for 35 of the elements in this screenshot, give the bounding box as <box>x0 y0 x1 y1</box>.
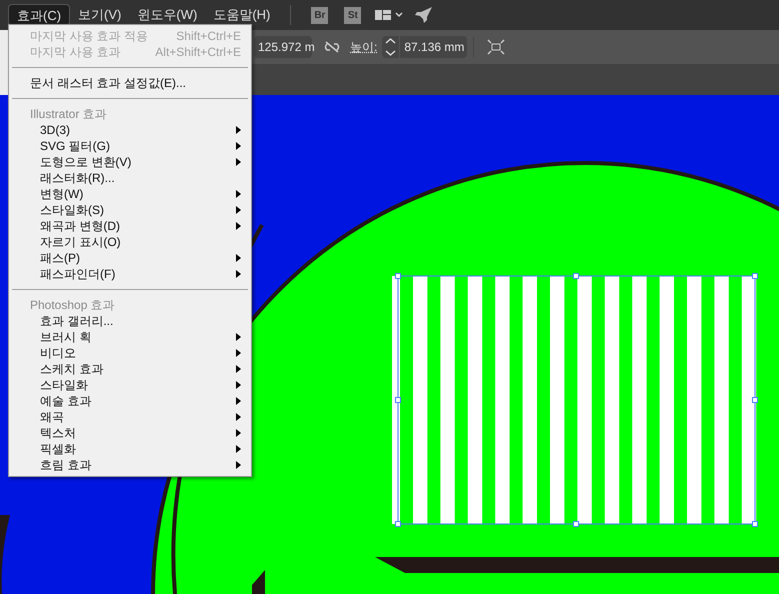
menu-item[interactable]: 스타일화 <box>9 377 251 393</box>
menu-item[interactable]: 왜곡과 변형(D) <box>9 218 251 234</box>
fit-to-frame-icon[interactable] <box>487 39 506 55</box>
menu-item[interactable]: SVG 필터(G) <box>9 138 251 154</box>
width-field[interactable]: 125.972 m <box>254 36 312 58</box>
menu-item[interactable]: 픽셀화 <box>9 441 251 457</box>
unlinked-chain-icon[interactable] <box>324 41 340 53</box>
menu-item[interactable]: 패스파인더(F) <box>9 266 251 282</box>
menu-section-header: Photoshop 효과 <box>29 297 115 313</box>
app-button[interactable]: Br <box>311 6 328 24</box>
menu-bar-item[interactable]: 도움말(H) <box>205 4 278 26</box>
height-label: 높이: <box>350 39 378 56</box>
menu-bar-item[interactable]: 효과(C) <box>8 4 70 26</box>
menu-bar-item[interactable]: 보기(V) <box>70 4 130 26</box>
menu-item[interactable]: 비디오 <box>9 345 251 361</box>
menu-item[interactable]: 도형으로 변환(V) <box>9 154 251 170</box>
menu-item[interactable]: 예술 효과 <box>9 393 251 409</box>
menu-item[interactable]: 변형(W) <box>9 186 251 202</box>
workspace-layout-icon[interactable] <box>375 10 404 20</box>
menu-item[interactable]: 래스터화(R)... <box>9 170 251 186</box>
menu-item[interactable]: 스케치 효과 <box>9 361 251 377</box>
menu-item[interactable]: 텍스처 <box>9 425 251 441</box>
menu-item[interactable]: 흐림 효과 <box>9 457 251 473</box>
menu-item[interactable]: 왜곡 <box>9 409 251 425</box>
menu-item[interactable]: 패스(P) <box>9 250 251 266</box>
app-button[interactable]: St <box>344 6 362 24</box>
rocket-icon[interactable] <box>415 7 434 23</box>
menu-item[interactable]: 스타일화(S) <box>9 202 251 218</box>
menu-item[interactable]: 브러시 획 <box>9 329 251 345</box>
menu-bar-item[interactable]: 윈도우(W) <box>129 4 206 26</box>
menu-section-header: Illustrator 효과 <box>29 106 107 122</box>
menu-item[interactable]: 문서 래스터 효과 설정값(E)... <box>9 75 251 91</box>
menu-item[interactable]: 3D(3) <box>9 122 251 138</box>
menu-item[interactable]: 자르기 표시(O) <box>9 234 251 250</box>
menu-item[interactable]: 효과 갤러리... <box>9 313 251 329</box>
